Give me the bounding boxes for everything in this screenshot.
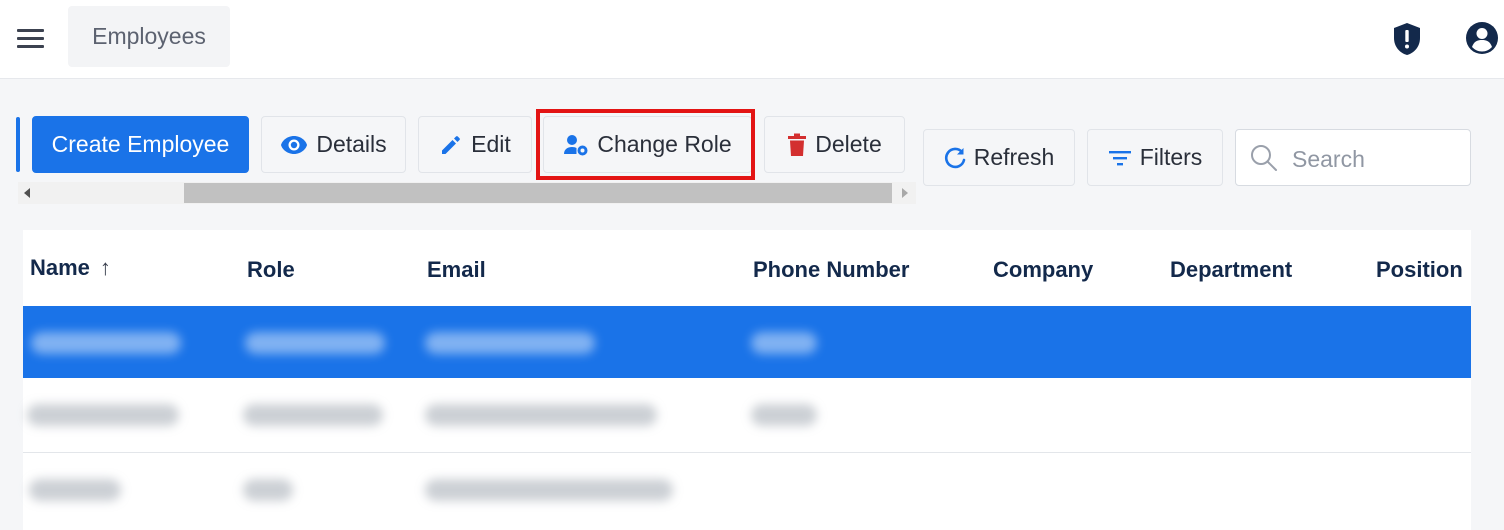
table-row[interactable] bbox=[23, 453, 1471, 525]
redacted-role bbox=[245, 332, 385, 354]
redacted-email bbox=[425, 479, 673, 501]
change-role-label: Change Role bbox=[597, 131, 732, 157]
details-label: Details bbox=[316, 131, 387, 157]
create-employee-button[interactable]: Create Employee bbox=[32, 116, 249, 173]
scroll-right-icon[interactable] bbox=[902, 188, 908, 198]
toolbar-horizontal-scrollbar[interactable] bbox=[18, 182, 916, 204]
redacted-role bbox=[243, 479, 293, 501]
filters-button[interactable]: Filters bbox=[1087, 129, 1223, 186]
hamburger-icon[interactable] bbox=[17, 27, 45, 49]
redacted-phone bbox=[751, 404, 817, 426]
breadcrumb[interactable]: Employees bbox=[68, 6, 230, 67]
arrow-up-icon[interactable]: ↑ bbox=[100, 255, 111, 281]
refresh-label: Refresh bbox=[973, 144, 1055, 170]
top-app-bar: Employees bbox=[0, 0, 1504, 79]
search-input[interactable] bbox=[1290, 140, 1464, 178]
details-button[interactable]: Details bbox=[261, 116, 406, 173]
scrollbar-thumb[interactable] bbox=[184, 183, 892, 203]
column-header-email[interactable]: Email bbox=[427, 257, 486, 283]
column-header-company[interactable]: Company bbox=[993, 257, 1093, 283]
redacted-email bbox=[425, 404, 657, 426]
shield-alert-icon[interactable] bbox=[1392, 22, 1422, 56]
column-header-department[interactable]: Department bbox=[1170, 257, 1292, 283]
refresh-icon bbox=[944, 147, 966, 168]
redacted-role bbox=[243, 404, 383, 426]
user-cog-icon bbox=[564, 134, 588, 155]
filter-icon bbox=[1108, 150, 1131, 165]
refresh-button[interactable]: Refresh bbox=[923, 129, 1075, 186]
change-role-button[interactable]: Change Role bbox=[543, 116, 752, 173]
column-header-name[interactable]: Name ↑ bbox=[30, 255, 111, 281]
delete-button[interactable]: Delete bbox=[764, 116, 905, 173]
column-header-phone-number[interactable]: Phone Number bbox=[753, 257, 909, 283]
redacted-name bbox=[27, 404, 179, 426]
account-circle-icon[interactable] bbox=[1465, 21, 1499, 55]
filters-label: Filters bbox=[1139, 144, 1203, 170]
table-row[interactable] bbox=[23, 306, 1471, 378]
employees-table: Name ↑ Role Email Phone Number Company De… bbox=[23, 230, 1471, 530]
column-header-role[interactable]: Role bbox=[247, 257, 295, 283]
redacted-name bbox=[31, 332, 181, 354]
search-box[interactable] bbox=[1235, 129, 1471, 186]
toolbar-scroll-indicator bbox=[16, 117, 20, 172]
create-employee-label: Create Employee bbox=[51, 131, 230, 157]
search-icon bbox=[1251, 145, 1277, 171]
table-row[interactable] bbox=[23, 378, 1471, 453]
redacted-name bbox=[29, 479, 121, 501]
scroll-left-icon[interactable] bbox=[24, 188, 30, 198]
trash-icon bbox=[788, 133, 807, 156]
redacted-email bbox=[425, 332, 595, 354]
pencil-icon bbox=[442, 135, 461, 154]
redacted-phone bbox=[751, 332, 817, 354]
delete-label: Delete bbox=[815, 131, 882, 157]
column-header-position[interactable]: Position bbox=[1376, 257, 1463, 283]
edit-button[interactable]: Edit bbox=[418, 116, 532, 173]
table-header: Name ↑ Role Email Phone Number Company De… bbox=[23, 230, 1471, 306]
eye-icon bbox=[281, 135, 308, 154]
edit-label: Edit bbox=[471, 131, 511, 157]
